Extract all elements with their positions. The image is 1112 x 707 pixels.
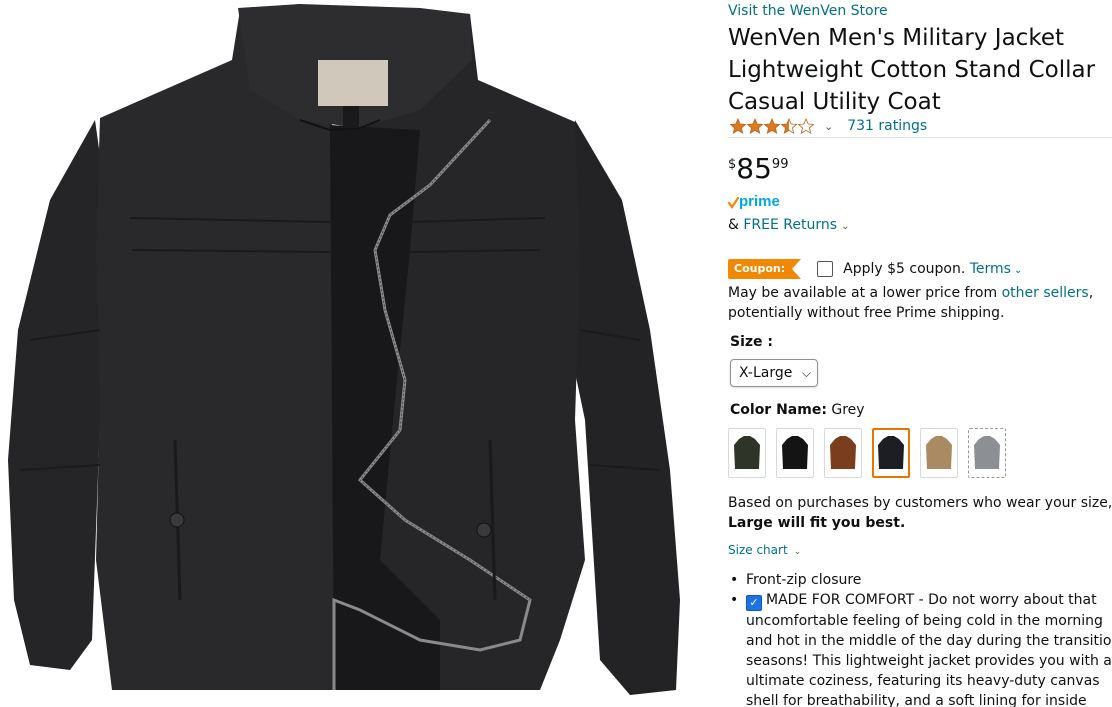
list-item: Front-zip closure [730, 570, 1112, 590]
bullet-text: Front-zip closure [746, 572, 862, 588]
chevron-down-icon: ⌄ [1013, 265, 1023, 276]
jacket-image [8, 4, 680, 695]
checkbox-checked-icon[interactable]: ✓ [746, 595, 762, 611]
product-title: WenVen Men's Military Jacket Lightweight… [728, 25, 1096, 115]
lower-price-notice: May be available at a lower price from o… [728, 283, 1112, 323]
fit-recommendation: Based on purchases by customers who wear… [728, 493, 1112, 533]
swatch-grey[interactable] [968, 428, 1006, 478]
swatch-brown[interactable] [824, 428, 862, 478]
price-whole: 85 [736, 152, 772, 185]
prime-icon: prime [728, 191, 788, 213]
store-link[interactable]: Visit the WenVen Store [728, 3, 888, 19]
divider [728, 137, 1112, 138]
product-info-panel: Visit the WenVen Store WenVen Men's Mili… [728, 0, 1112, 707]
other-sellers-link[interactable]: other sellers [1002, 285, 1089, 301]
size-dropdown[interactable]: X-Large ⌵ [730, 359, 818, 387]
list-item: ✓MADE FOR COMFORT - Do not worry about t… [730, 590, 1112, 707]
size-selected-value: X-Large [739, 365, 793, 381]
coupon-text: Apply $5 coupon. [843, 261, 966, 277]
swatch-navy-black-selected[interactable] [872, 428, 910, 478]
product-image[interactable] [0, 0, 700, 707]
price-fraction: 99 [771, 157, 789, 172]
swatch-army-green[interactable] [728, 428, 766, 478]
chevron-down-icon[interactable]: ⌄ [841, 221, 849, 232]
coupon-checkbox[interactable] [817, 261, 834, 277]
size-chart-link[interactable]: Size chart ⌄ [728, 543, 801, 557]
color-name-heading: Color Name: [730, 402, 827, 418]
coupon-terms-label: Terms [969, 261, 1011, 277]
price-currency: $ [728, 157, 737, 172]
color-selected-value: Grey [826, 402, 865, 418]
lower-price-text: May be available at a lower price from [728, 285, 1002, 301]
chevron-down-icon[interactable]: ⌄ [824, 120, 833, 133]
prime-label: prime [739, 193, 780, 210]
ratings-count-link[interactable]: 731 ratings [847, 118, 927, 134]
star-rating-icon[interactable] [730, 117, 816, 135]
fit-text: Based on purchases by customers who wear… [728, 495, 1112, 511]
bullet-text: MADE FOR COMFORT - Do not worry about th… [746, 592, 1112, 707]
size-label: Size : [730, 334, 773, 350]
color-swatches [728, 428, 1016, 478]
chevron-down-icon: ⌄ [793, 547, 802, 557]
size-chart-label: Size chart [728, 543, 788, 557]
swatch-black[interactable] [776, 428, 814, 478]
coupon-badge: Coupon: [728, 259, 802, 279]
free-returns-link[interactable]: FREE Returns [743, 217, 837, 233]
free-returns: & FREE Returns ⌄ [728, 217, 849, 233]
returns-prefix: & [728, 217, 744, 233]
chevron-down-icon: ⌵ [801, 366, 811, 380]
feature-bullets: Front-zip closure ✓MADE FOR COMFORT - Do… [730, 570, 1112, 707]
rating-row: ⌄ 731 ratings [730, 116, 927, 136]
color-name-label: Color Name: Grey [730, 402, 865, 418]
coupon-row: Coupon: Apply $5 coupon. Terms ⌄ [728, 258, 1022, 280]
price: $8599 [728, 154, 788, 184]
swatch-khaki[interactable] [920, 428, 958, 478]
coupon-terms-link[interactable]: Terms ⌄ [970, 261, 1023, 277]
